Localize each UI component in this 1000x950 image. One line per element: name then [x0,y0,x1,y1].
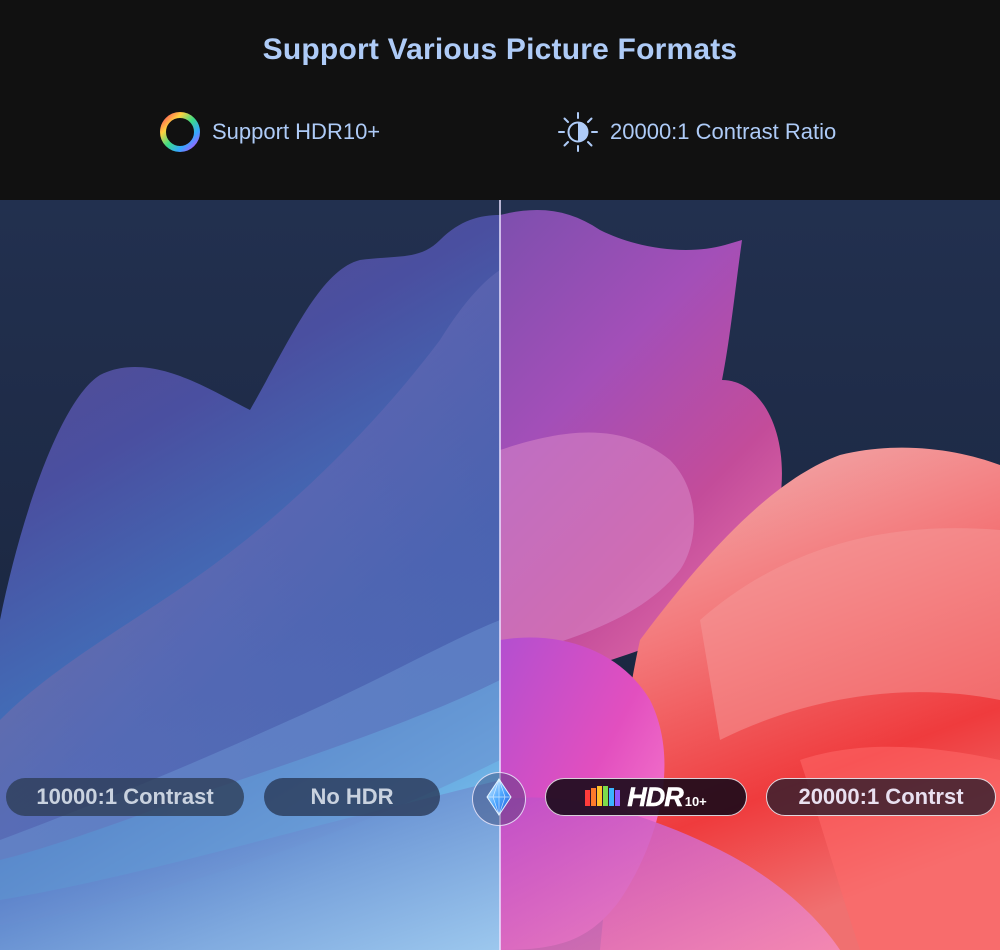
feature-hdr10: Support HDR10+ [158,112,380,152]
feature-contrast: 20000:1 Contrast Ratio [556,112,836,152]
comparison-divider [499,200,501,950]
page: Support Various Picture Formats Support … [0,0,1000,950]
contrast-sun-icon [556,110,600,154]
comparison-image: 10000:1 Contrast No HDR HDR 10+ 20000:1 … [0,200,1000,950]
hdr-logo-text: HDR [627,781,684,812]
label-20000-contrast: 20000:1 Contrst [766,778,996,816]
diamond-gem-icon [486,777,512,821]
hdr-logo-suffix: 10+ [684,793,707,809]
label-10000-contrast: 10000:1 Contrast [6,778,244,816]
hdr10-plus-badge: HDR 10+ [545,778,747,816]
comparison-handle[interactable] [472,772,526,826]
label-no-hdr: No HDR [264,778,440,816]
page-title: Support Various Picture Formats [262,33,738,66]
feature-label: Support HDR10+ [212,119,381,144]
color-ring-icon [158,110,202,154]
spectrum-bars-icon [585,786,621,806]
header: Support Various Picture Formats Support … [0,0,1000,200]
hdr10-plus-logo: HDR 10+ [585,781,707,813]
feature-label: 20000:1 Contrast Ratio [610,119,837,144]
